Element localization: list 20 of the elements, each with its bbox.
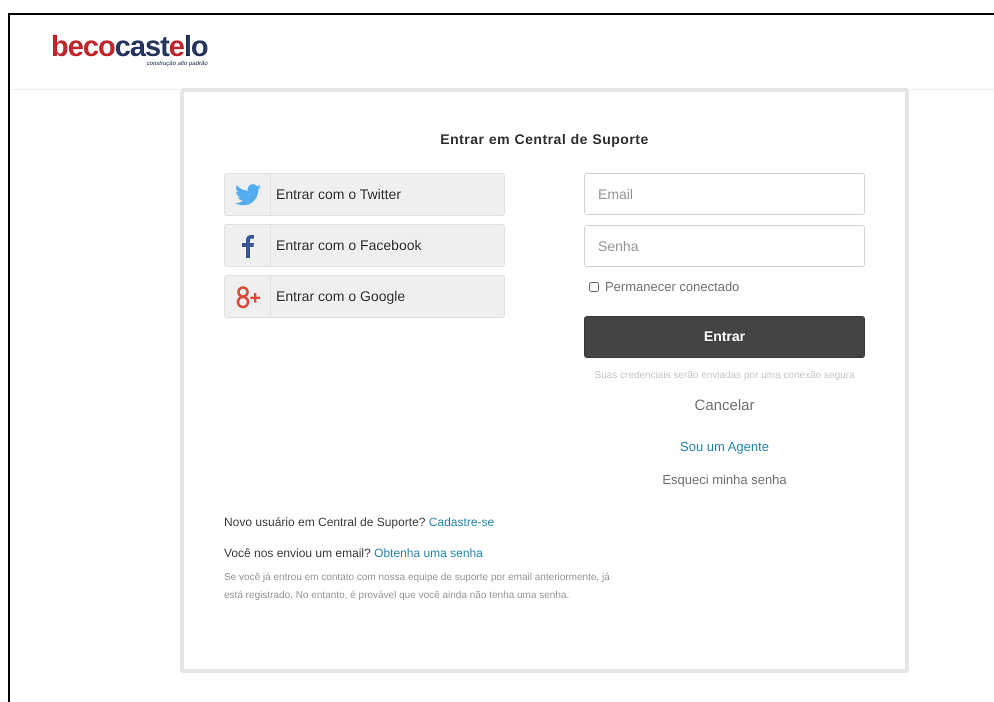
- social-login-button[interactable]: Entrar com o Facebook: [224, 224, 505, 267]
- remember-label: Permanecer conectado: [605, 278, 740, 296]
- new-user-text: Novo usuário em Central de Suporte?: [224, 515, 426, 529]
- google-plus-icon: [234, 284, 260, 308]
- social-login-button[interactable]: Entrar com o Twitter: [224, 173, 505, 216]
- letter-f-icon: [242, 234, 254, 258]
- bird-icon: [234, 184, 260, 206]
- social-login-button[interactable]: Entrar com o Google: [224, 275, 505, 318]
- password-field[interactable]: Senha: [584, 225, 865, 267]
- get-password-link[interactable]: Obtenha uma senha: [374, 546, 483, 560]
- signup-link[interactable]: Cadastre-se: [428, 515, 494, 529]
- cancel-link[interactable]: Cancelar: [694, 394, 755, 417]
- agent-link[interactable]: Sou um Agente: [680, 437, 769, 456]
- help-text: Se você já entrou em contato com nossa equipe de suporte por email anteriormente, já está registrado. No entanto, é provável que você ainda não tenha uma senha.: [224, 571, 611, 603]
- email-field[interactable]: Email: [584, 173, 865, 215]
- card-title: Entrar em Central de Suporte: [439, 130, 650, 149]
- forgot-password-link[interactable]: Esqueci minha senha: [662, 470, 787, 489]
- emailed-text: Você nos enviou um email?: [224, 546, 371, 560]
- remember-checkbox[interactable]: [589, 282, 599, 292]
- submit-button[interactable]: Entrar: [584, 316, 865, 358]
